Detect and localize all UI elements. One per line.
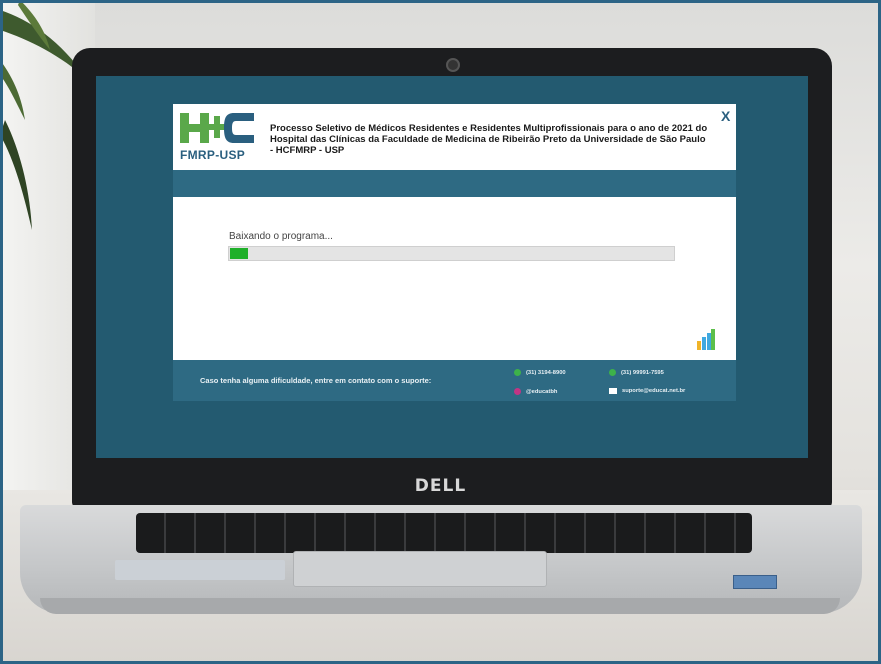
contact-phone-1-text: (31) 3194-8900 [526,369,566,376]
bar-chart-icon [697,329,715,350]
contact-email[interactable]: suporte@educat.net.br [609,388,685,394]
contact-phone-1[interactable]: (31) 3194-8900 [514,369,566,376]
touchpad [293,551,547,587]
installer-dialog: FMRP-USP Processo Seletivo de Médicos Re… [173,104,736,401]
keyboard [136,513,752,553]
progress-fill [230,248,248,259]
instagram-icon [514,388,521,395]
mail-icon [609,388,617,394]
dialog-title: Processo Seletivo de Médicos Residentes … [270,123,708,156]
close-button[interactable]: X [721,108,730,124]
palmrest-stickers [115,560,285,580]
contact-phone-2[interactable]: (31) 99991-7595 [609,369,664,376]
dialog-footer: Caso tenha alguma dificuldade, entre em … [173,360,736,401]
header-band [173,170,736,197]
laptop-base-front [40,598,840,614]
dialog-header: FMRP-USP Processo Seletivo de Médicos Re… [173,104,736,170]
contact-phone-2-text: (31) 99991-7595 [621,369,664,376]
whatsapp-icon [514,369,521,376]
contact-instagram[interactable]: @educatbh [514,388,557,395]
webcam-icon [446,58,460,72]
support-text: Caso tenha alguma dificuldade, entre em … [200,376,432,385]
progress-bar [228,246,675,261]
contact-email-text: suporte@educat.net.br [622,388,686,394]
download-status: Baixando o programa... [229,231,333,242]
intel-sticker [733,575,777,589]
contact-instagram-text: @educatbh [526,388,558,395]
whatsapp-icon [609,369,616,376]
logo-subtitle: FMRP-USP [180,148,246,162]
dell-logo: DELL [414,476,467,496]
